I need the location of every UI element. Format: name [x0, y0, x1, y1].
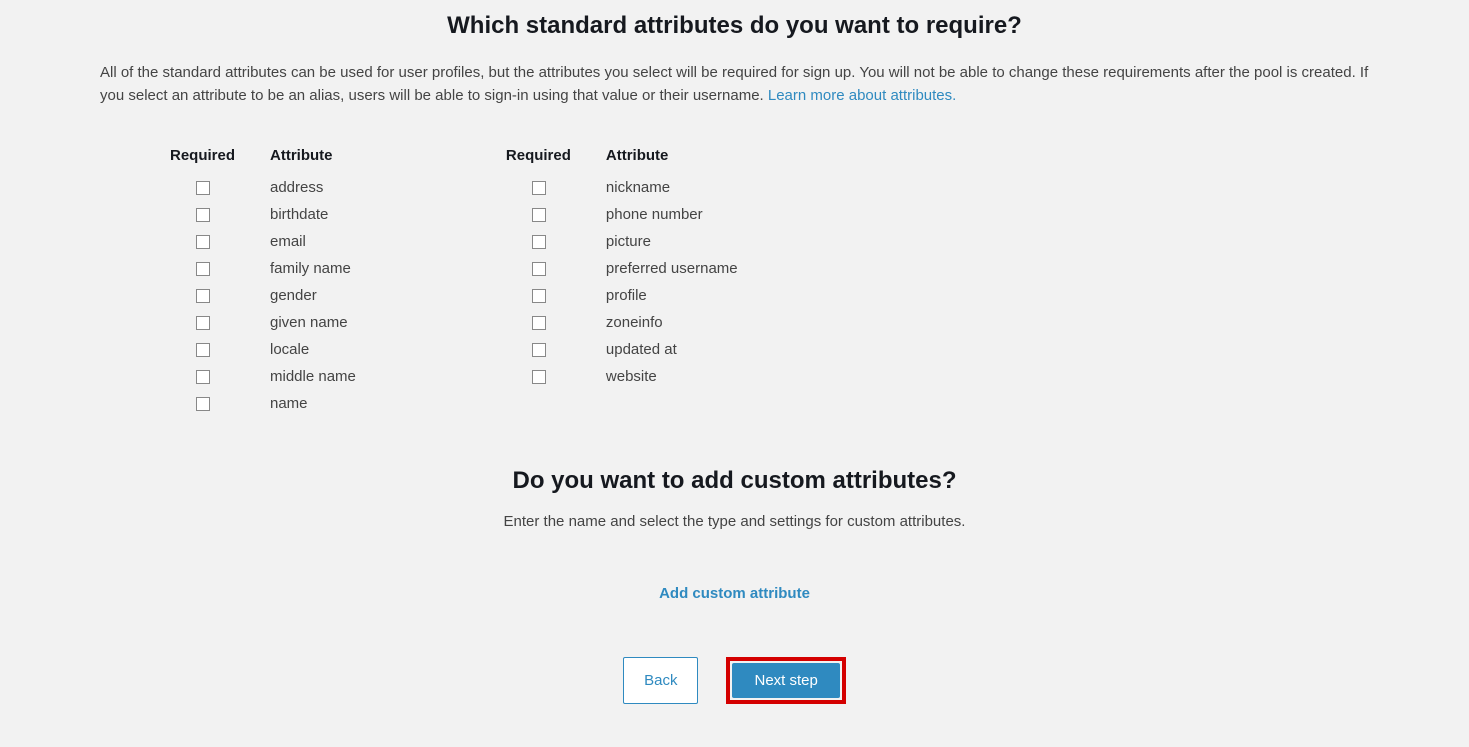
- custom-attributes-description: Enter the name and select the type and s…: [100, 513, 1369, 530]
- attribute-label: email: [270, 233, 306, 250]
- button-row: Back Next step: [100, 657, 1369, 744]
- website-checkbox[interactable]: [532, 370, 546, 384]
- attribute-row: profile: [506, 282, 738, 309]
- attribute-row: website: [506, 363, 738, 390]
- attribute-row: locale: [170, 336, 356, 363]
- family-name-checkbox[interactable]: [196, 262, 210, 276]
- attribute-row: family name: [170, 255, 356, 282]
- attribute-label: gender: [270, 287, 317, 304]
- attribute-row: given name: [170, 309, 356, 336]
- attribute-label: updated at: [606, 341, 677, 358]
- required-header: Required: [170, 147, 270, 164]
- attribute-row: name: [170, 390, 356, 417]
- attribute-header: Attribute: [606, 147, 669, 164]
- attribute-label: profile: [606, 287, 647, 304]
- picture-checkbox[interactable]: [532, 235, 546, 249]
- email-checkbox[interactable]: [196, 235, 210, 249]
- profile-checkbox[interactable]: [532, 289, 546, 303]
- attributes-columns: Required Attribute address birthdate ema…: [170, 147, 1369, 417]
- column-header: Required Attribute: [170, 147, 356, 164]
- attribute-label: phone number: [606, 206, 703, 223]
- attribute-row: updated at: [506, 336, 738, 363]
- attribute-row: gender: [170, 282, 356, 309]
- next-step-highlight: Next step: [726, 657, 845, 704]
- gender-checkbox[interactable]: [196, 289, 210, 303]
- updated-at-checkbox[interactable]: [532, 343, 546, 357]
- attribute-label: name: [270, 395, 308, 412]
- attribute-row: address: [170, 174, 356, 201]
- attribute-label: middle name: [270, 368, 356, 385]
- attribute-label: picture: [606, 233, 651, 250]
- learn-more-link[interactable]: Learn more about attributes.: [768, 87, 956, 104]
- attribute-row: nickname: [506, 174, 738, 201]
- preferred-username-checkbox[interactable]: [532, 262, 546, 276]
- locale-checkbox[interactable]: [196, 343, 210, 357]
- attribute-row: phone number: [506, 201, 738, 228]
- birthdate-checkbox[interactable]: [196, 208, 210, 222]
- back-button[interactable]: Back: [623, 657, 698, 704]
- attribute-label: address: [270, 179, 323, 196]
- attribute-label: given name: [270, 314, 348, 331]
- address-checkbox[interactable]: [196, 181, 210, 195]
- required-header: Required: [506, 147, 606, 164]
- next-step-button[interactable]: Next step: [732, 663, 839, 698]
- zoneinfo-checkbox[interactable]: [532, 316, 546, 330]
- phone-number-checkbox[interactable]: [532, 208, 546, 222]
- standard-attributes-description: All of the standard attributes can be us…: [100, 62, 1369, 107]
- attribute-label: locale: [270, 341, 309, 358]
- nickname-checkbox[interactable]: [532, 181, 546, 195]
- page-heading-custom-attributes: Do you want to add custom attributes?: [100, 467, 1369, 495]
- attribute-label: zoneinfo: [606, 314, 663, 331]
- attribute-label: nickname: [606, 179, 670, 196]
- attribute-row: picture: [506, 228, 738, 255]
- attribute-row: birthdate: [170, 201, 356, 228]
- add-custom-attribute-link[interactable]: Add custom attribute: [659, 585, 810, 602]
- middle-name-checkbox[interactable]: [196, 370, 210, 384]
- page-heading-standard-attributes: Which standard attributes do you want to…: [100, 12, 1369, 40]
- name-checkbox[interactable]: [196, 397, 210, 411]
- attribute-label: website: [606, 368, 657, 385]
- attribute-row: preferred username: [506, 255, 738, 282]
- given-name-checkbox[interactable]: [196, 316, 210, 330]
- description-text: All of the standard attributes can be us…: [100, 64, 1368, 104]
- attribute-row: email: [170, 228, 356, 255]
- column-header: Required Attribute: [506, 147, 738, 164]
- attributes-column-right: Required Attribute nickname phone number…: [506, 147, 738, 417]
- attribute-label: family name: [270, 260, 351, 277]
- attribute-row: zoneinfo: [506, 309, 738, 336]
- attribute-label: preferred username: [606, 260, 738, 277]
- attribute-row: middle name: [170, 363, 356, 390]
- attribute-header: Attribute: [270, 147, 333, 164]
- attributes-column-left: Required Attribute address birthdate ema…: [170, 147, 356, 417]
- attribute-label: birthdate: [270, 206, 328, 223]
